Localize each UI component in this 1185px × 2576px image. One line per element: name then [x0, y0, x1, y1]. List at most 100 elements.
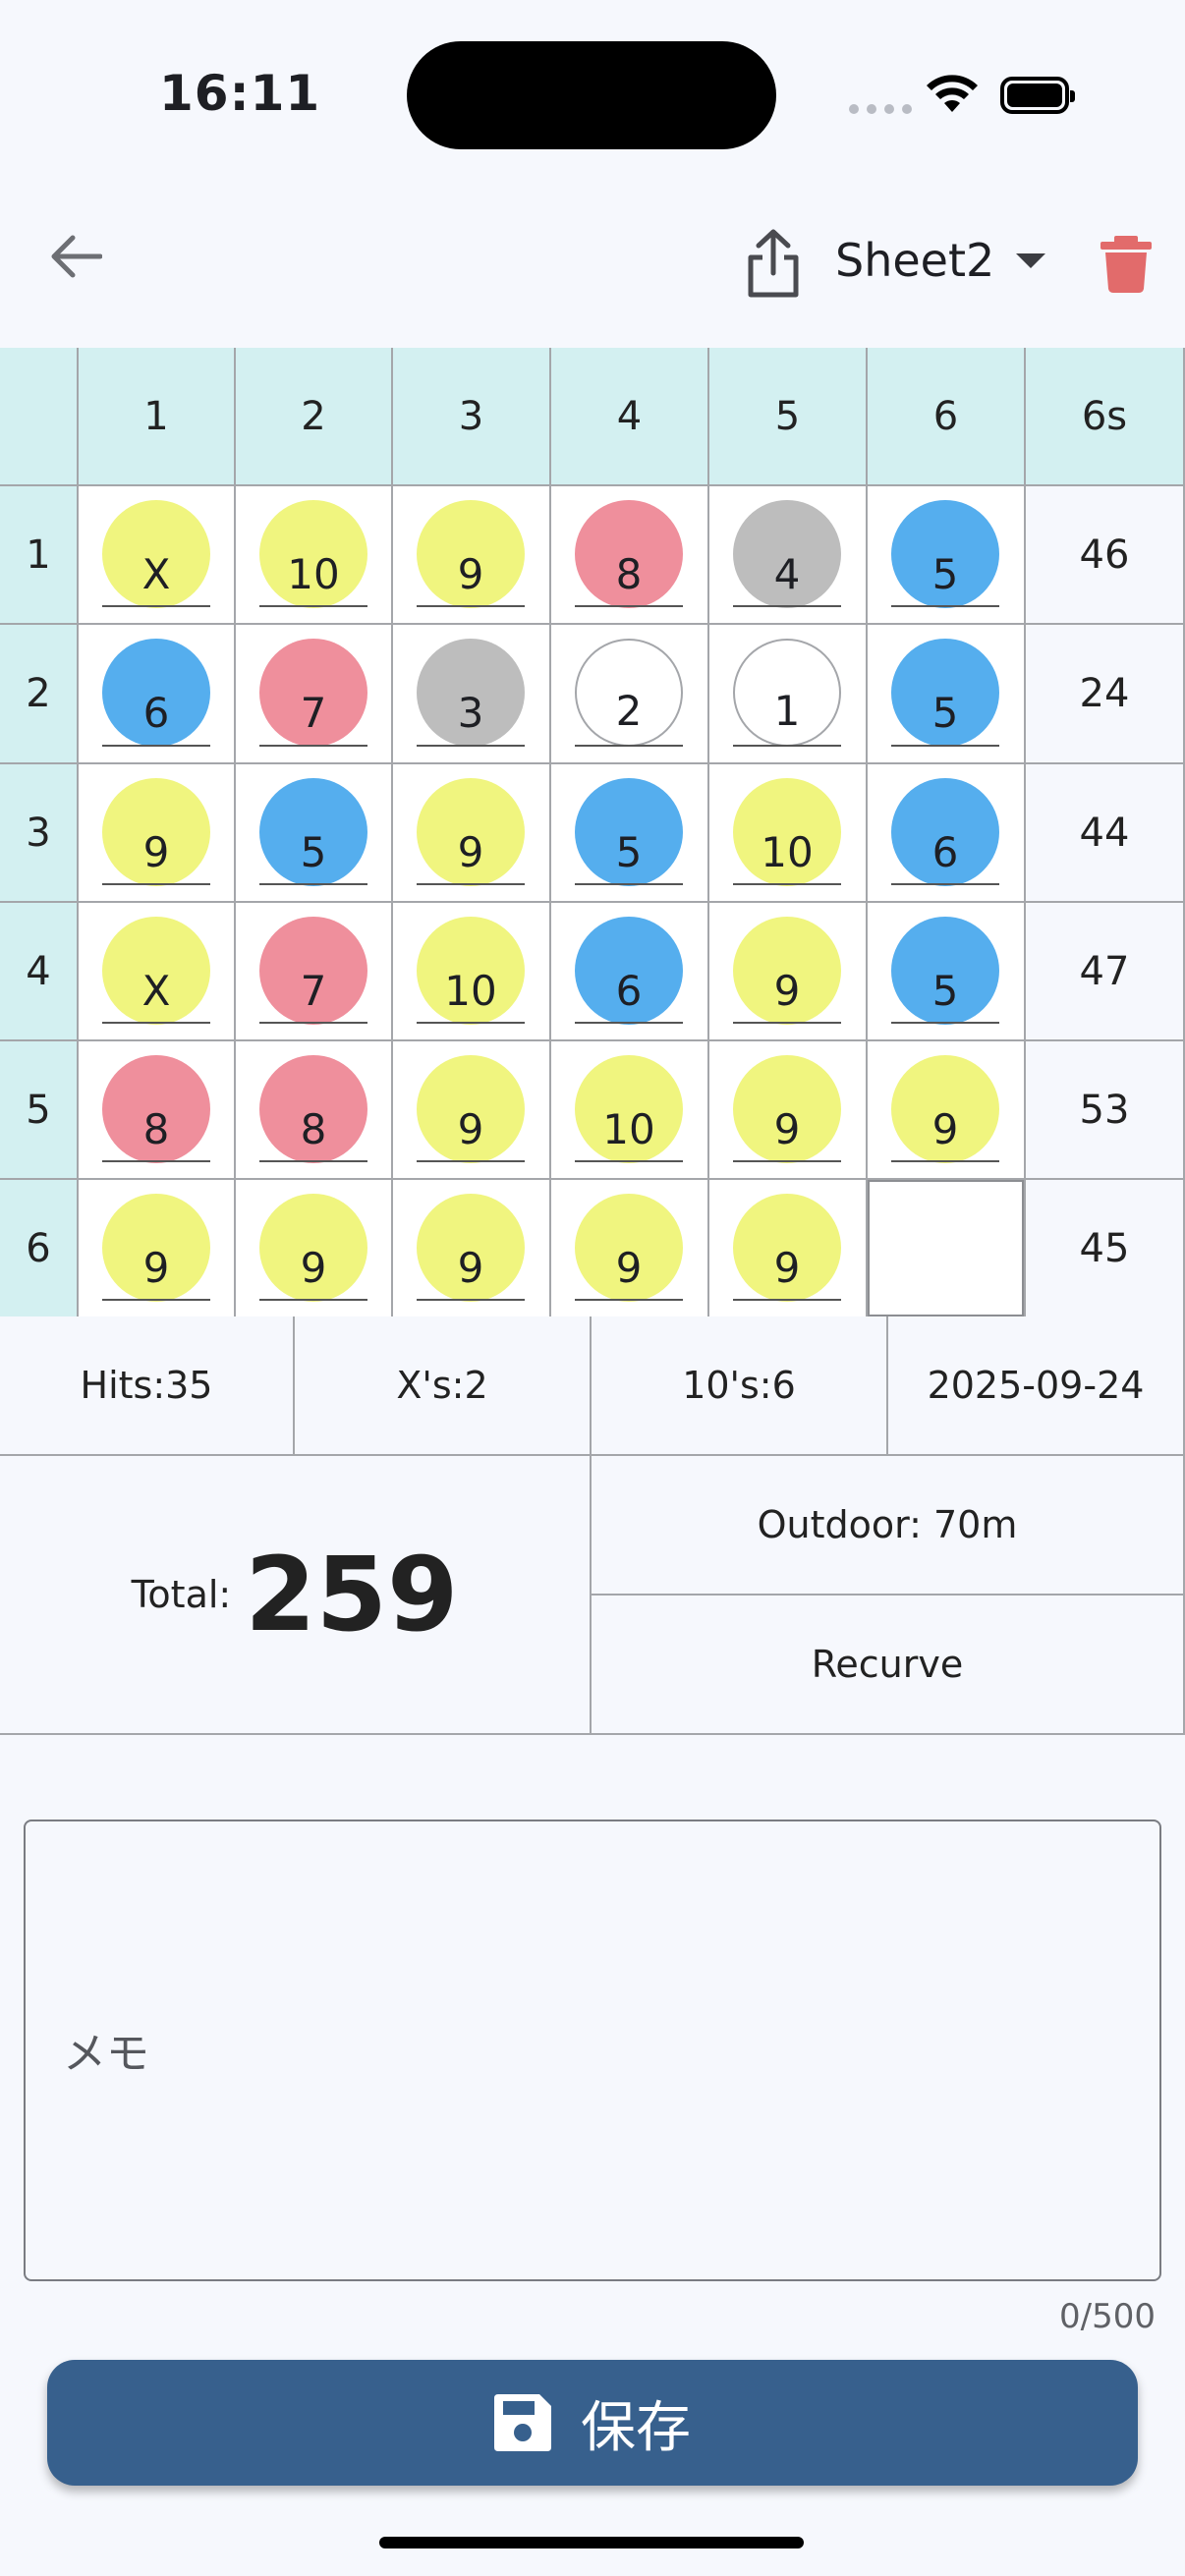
memo-field[interactable]: メモ [24, 1820, 1161, 2281]
end-label: 3 [0, 764, 79, 903]
arrow-score-cell[interactable]: 5 [868, 486, 1026, 625]
arrow-score-cell[interactable]: 9 [393, 1041, 551, 1180]
end-sum: 46 [1026, 486, 1185, 625]
score-marker: 8 [259, 1055, 367, 1163]
score-underline [417, 745, 525, 747]
total-panel: Total: 259 [0, 1456, 592, 1735]
arrow-score-cell[interactable] [868, 1180, 1026, 1318]
score-value: 7 [300, 967, 327, 1015]
score-underline [259, 605, 367, 607]
column-header: 5 [709, 348, 868, 486]
score-marker: 9 [102, 1194, 210, 1302]
arrow-score-cell[interactable]: 6 [868, 764, 1026, 903]
arrow-score-cell[interactable]: 5 [236, 764, 393, 903]
score-value: 6 [142, 689, 170, 737]
score-underline [733, 745, 841, 747]
score-marker: 7 [259, 917, 367, 1025]
score-underline [102, 605, 210, 607]
score-underline [259, 883, 367, 885]
arrow-score-cell[interactable]: 7 [236, 903, 393, 1041]
score-value: 1 [773, 687, 801, 735]
score-value: 5 [300, 828, 327, 876]
score-marker: X [102, 500, 210, 608]
score-underline [733, 1160, 841, 1162]
arrow-score-cell[interactable]: 1 [709, 625, 868, 764]
end-sum: 45 [1026, 1180, 1185, 1318]
end-label: 2 [0, 625, 79, 764]
arrow-score-cell[interactable]: 9 [79, 1180, 236, 1318]
trash-icon [1100, 236, 1152, 293]
score-marker: 5 [891, 917, 999, 1025]
arrow-score-cell[interactable]: 7 [236, 625, 393, 764]
score-marker: 2 [575, 639, 683, 747]
score-value: 9 [615, 1244, 643, 1292]
end-sum: 47 [1026, 903, 1185, 1041]
score-marker: X [102, 917, 210, 1025]
back-button[interactable] [49, 234, 103, 283]
arrow-score-cell[interactable]: 9 [393, 486, 551, 625]
score-value: 10 [287, 550, 340, 598]
grid-corner [0, 348, 79, 486]
score-underline [102, 1299, 210, 1301]
arrow-score-cell[interactable]: 10 [236, 486, 393, 625]
score-underline [733, 883, 841, 885]
score-underline [733, 1299, 841, 1301]
arrow-score-cell[interactable]: 8 [551, 486, 709, 625]
arrow-score-cell[interactable]: 10 [709, 764, 868, 903]
arrow-score-cell[interactable]: 8 [79, 1041, 236, 1180]
arrow-score-cell[interactable]: 2 [551, 625, 709, 764]
arrow-score-cell[interactable]: 9 [79, 764, 236, 903]
score-marker: 10 [259, 500, 367, 608]
arrow-score-cell[interactable]: 9 [393, 764, 551, 903]
score-value: 9 [931, 1105, 959, 1153]
end-sum: 44 [1026, 764, 1185, 903]
score-marker: 10 [575, 1055, 683, 1163]
arrow-score-cell[interactable]: 9 [393, 1180, 551, 1318]
column-header: 6s [1026, 348, 1185, 486]
arrow-left-icon [51, 235, 103, 278]
arrow-score-cell[interactable]: 9 [551, 1180, 709, 1318]
arrow-score-cell[interactable]: 9 [709, 903, 868, 1041]
column-header: 1 [79, 348, 236, 486]
arrow-score-cell[interactable]: X [79, 903, 236, 1041]
arrow-score-cell[interactable]: 9 [709, 1180, 868, 1318]
score-marker: 3 [417, 639, 525, 747]
sheet-selector[interactable]: Sheet2 [835, 234, 1046, 287]
score-value: 9 [300, 1244, 327, 1292]
arrow-score-cell[interactable]: 10 [393, 903, 551, 1041]
score-value: 4 [773, 550, 801, 598]
score-marker: 9 [733, 917, 841, 1025]
arrow-score-cell[interactable]: 5 [868, 903, 1026, 1041]
arrow-score-cell[interactable]: 4 [709, 486, 868, 625]
score-underline [417, 883, 525, 885]
score-underline [259, 1299, 367, 1301]
score-value: 9 [457, 550, 484, 598]
bow-type[interactable]: Recurve [592, 1596, 1185, 1735]
arrow-score-cell[interactable]: 9 [709, 1041, 868, 1180]
distance-value[interactable]: Outdoor: 70m [592, 1456, 1185, 1596]
score-underline [102, 1160, 210, 1162]
share-button[interactable] [745, 228, 802, 303]
arrow-score-cell[interactable]: 3 [393, 625, 551, 764]
date-value[interactable]: 2025-09-24 [888, 1316, 1185, 1456]
arrow-score-cell[interactable]: 9 [868, 1041, 1026, 1180]
save-button[interactable]: 保存 [47, 2360, 1138, 2486]
arrow-score-cell[interactable]: 5 [868, 625, 1026, 764]
score-marker: 8 [575, 500, 683, 608]
arrow-score-cell[interactable]: 8 [236, 1041, 393, 1180]
score-marker: 9 [575, 1194, 683, 1302]
score-underline [417, 1022, 525, 1024]
score-value: X [141, 550, 171, 598]
score-value: 9 [142, 828, 170, 876]
caret-down-icon [1016, 252, 1046, 268]
score-marker: 9 [417, 500, 525, 608]
arrow-score-cell[interactable]: 10 [551, 1041, 709, 1180]
arrow-score-cell[interactable]: 5 [551, 764, 709, 903]
arrow-score-cell[interactable]: X [79, 486, 236, 625]
score-underline [891, 745, 999, 747]
arrow-score-cell[interactable]: 6 [551, 903, 709, 1041]
arrow-score-cell[interactable]: 9 [236, 1180, 393, 1318]
score-value: 10 [602, 1105, 655, 1153]
arrow-score-cell[interactable]: 6 [79, 625, 236, 764]
delete-button[interactable] [1099, 236, 1154, 297]
